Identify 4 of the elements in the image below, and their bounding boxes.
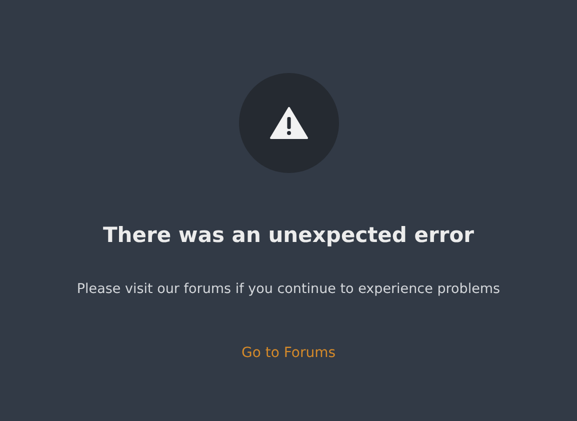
forums-link[interactable]: Go to Forums: [241, 344, 336, 362]
warning-icon: [270, 107, 308, 139]
error-title: There was an unexpected error: [102, 222, 474, 249]
error-message: Please visit our forums if you continue to experience problems: [76, 280, 500, 298]
